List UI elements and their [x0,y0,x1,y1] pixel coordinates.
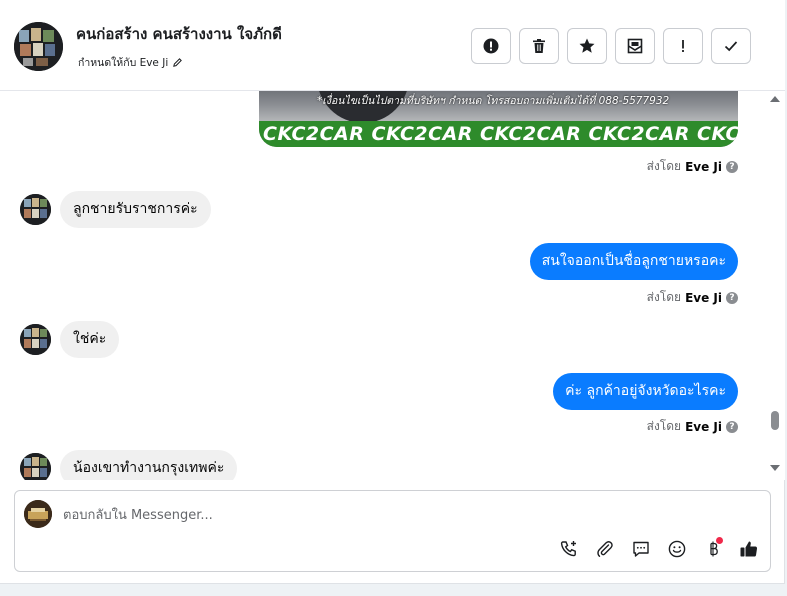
call-button[interactable] [557,537,581,561]
scroll-down-arrow[interactable] [770,465,780,471]
sent-by-prefix: ส่งโดย [646,159,682,173]
thread-scrollbar[interactable] [766,91,785,480]
inbox-conversation-window: คนก่อสร้าง คนสร้างงาน ใจภักดี กำหนดให้กั… [0,0,785,584]
contact-avatar[interactable] [14,22,63,71]
conversation-header: คนก่อสร้าง คนสร้างงาน ใจภักดี กำหนดให้กั… [0,0,785,91]
sent-by-label: ส่งโดย Eve Ji ? [647,157,738,176]
reply-composer [14,490,771,572]
contact-avatar-small[interactable] [20,194,51,225]
image-brand-banner: CKC2CAR CKC2CAR CKC2CAR CKC2CAR CKC2 [259,121,738,147]
help-icon[interactable]: ? [726,160,738,173]
assignment-row[interactable]: กำหนดให้กับ Eve Ji [78,54,183,71]
emoji-button[interactable] [665,537,689,561]
contact-avatar-small[interactable] [20,324,51,355]
mark-unread-button[interactable] [615,28,655,64]
star-button[interactable] [567,28,607,64]
incoming-message: ใช่ค่ะ [20,321,120,358]
thumbs-up-icon [740,541,758,557]
report-spam-button[interactable] [471,28,511,64]
report-spam-icon [483,38,499,54]
sent-by-name: Eve Ji [685,290,722,305]
message-thread[interactable]: *เงื่อนไขเป็นไปตามที่บริษัทฯ กำหนด โทรสอ… [0,91,785,480]
help-icon[interactable]: ? [726,420,738,433]
reply-input[interactable] [63,503,703,527]
scroll-up-arrow[interactable] [770,96,780,102]
message-bubble[interactable]: ลูกชายรับราชการค่ะ [60,191,211,228]
attach-button[interactable] [593,537,617,561]
sent-by-prefix: ส่งโดย [646,290,682,304]
contact-avatar-small[interactable] [20,453,51,480]
saved-reply-button[interactable] [629,537,653,561]
sent-by-label: ส่งโดย Eve Ji ? [647,417,738,436]
sent-by-label: ส่งโดย Eve Ji ? [647,288,738,307]
outgoing-message-bubble[interactable]: ค่ะ ลูกค้าอยู่จังหวัดอะไรคะ [553,373,738,410]
conversation-toolbar [471,28,751,64]
star-icon [579,38,595,53]
done-check-icon [724,41,738,52]
priority-icon [682,40,684,52]
payment-button[interactable] [701,537,725,561]
priority-button[interactable] [663,28,703,64]
incoming-message: น้องเขาทำงานกรุงเทพค่ะ [20,450,238,480]
emoji-icon [668,540,686,558]
mark-unread-icon [627,38,643,54]
message-bubble[interactable]: ใช่ค่ะ [60,321,120,358]
sent-by-prefix: ส่งโดย [646,419,682,433]
like-button[interactable] [737,537,761,561]
sent-by-name: Eve Ji [685,419,722,434]
incoming-message: ลูกชายรับราชการค่ะ [20,191,211,228]
image-caption-text: *เงื่อนไขเป็นไปตามที่บริษัทฯ กำหนด โทรสอ… [317,95,670,107]
mark-done-button[interactable] [711,28,751,64]
composer-actions [557,537,761,561]
saved-reply-icon [633,541,649,557]
scroll-thumb[interactable] [771,411,779,430]
delete-button[interactable] [519,28,559,64]
notification-dot [716,537,723,544]
help-icon[interactable]: ? [726,291,738,304]
sent-by-name: Eve Ji [685,159,722,174]
message-bubble[interactable]: น้องเขาทำงานกรุงเทพค่ะ [60,450,238,480]
contact-name[interactable]: คนก่อสร้าง คนสร้างงาน ใจภักดี [76,22,282,46]
assigned-to-label: กำหนดให้กับ Eve Ji [78,57,169,69]
page-avatar [24,500,52,528]
call-icon [560,541,576,557]
trash-icon [533,39,545,53]
outgoing-message-bubble[interactable]: สนใจออกเป็นชื่อลูกชายหรอคะ [529,243,738,280]
attachment-icon [597,541,613,557]
sent-image-attachment[interactable]: *เงื่อนไขเป็นไปตามที่บริษัทฯ กำหนด โทรสอ… [259,91,738,147]
edit-pencil-icon[interactable] [172,57,183,68]
